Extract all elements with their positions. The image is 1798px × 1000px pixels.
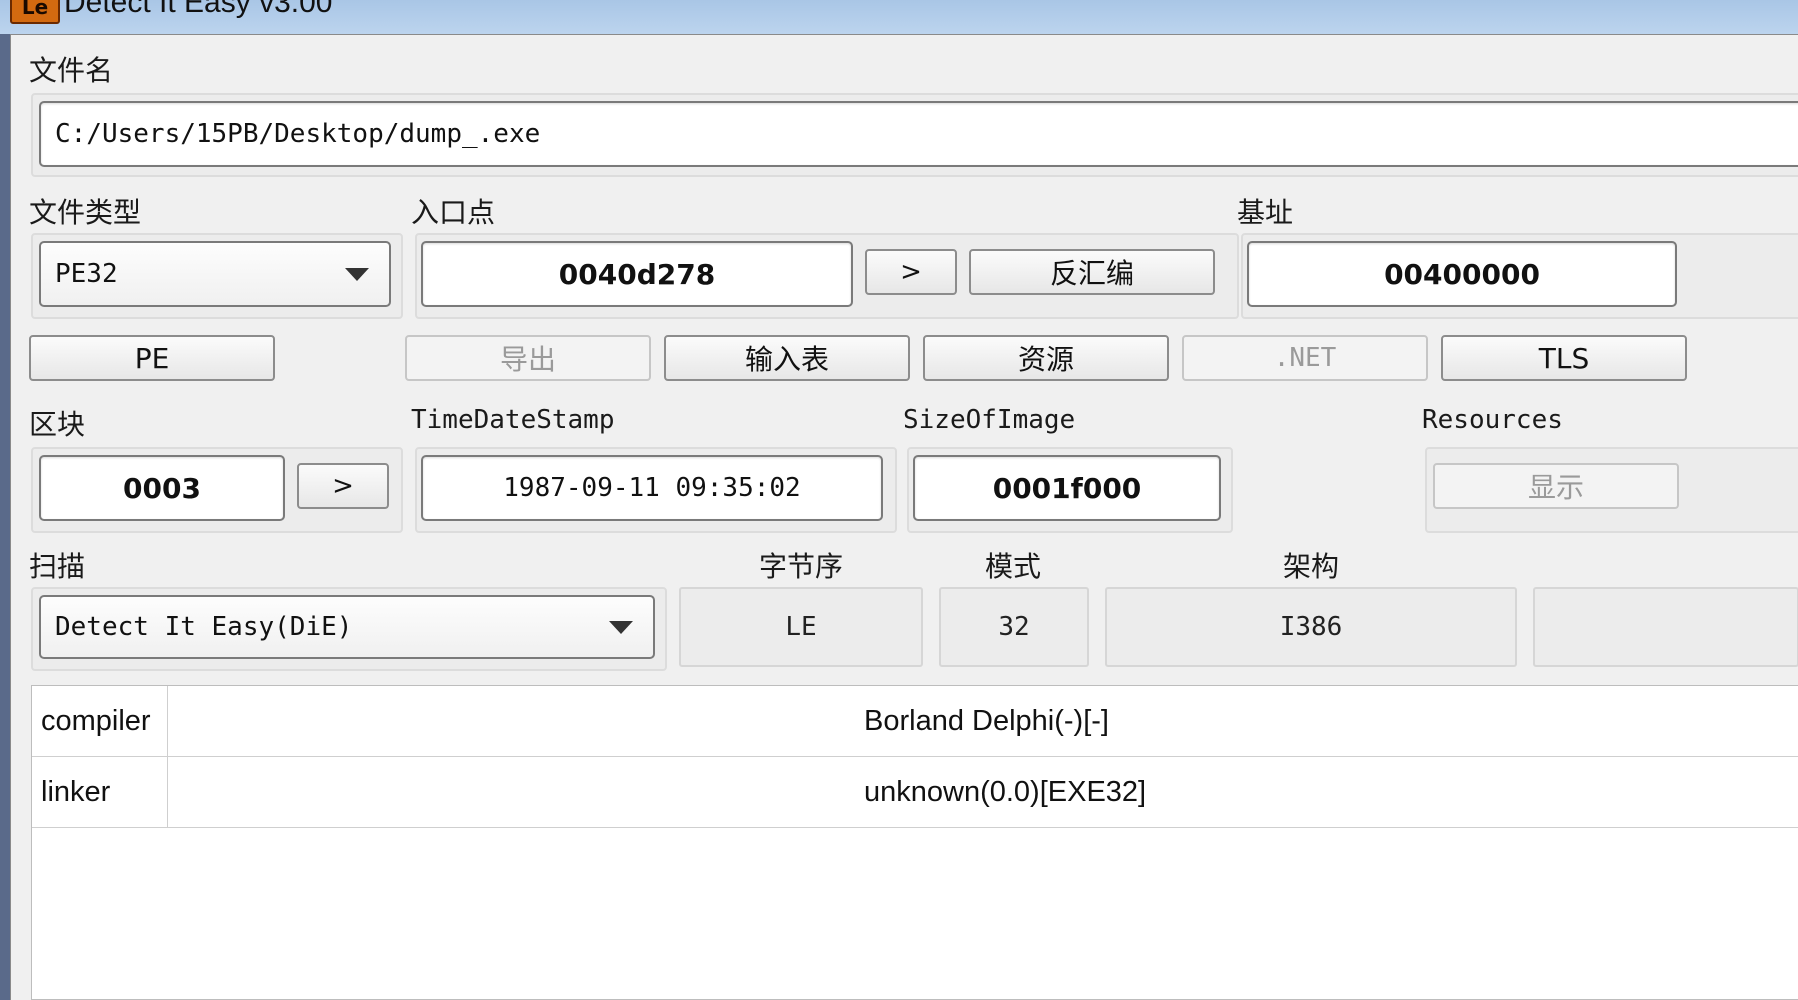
window-title: Detect It Easy v3.00 — [64, 0, 333, 19]
pe-button[interactable]: PE — [29, 335, 275, 381]
chevron-down-icon — [345, 268, 369, 281]
file-path-field[interactable]: C:/Users/15PB/Desktop/dump_.exe — [39, 101, 1798, 167]
endianness-label: 字节序 — [759, 550, 844, 583]
disassemble-button[interactable]: 反汇编 — [969, 249, 1215, 295]
result-name-cell: unknown(0.0)[EXE32] — [168, 757, 1798, 827]
result-name: Borland Delphi(-)[-] — [864, 704, 1109, 737]
result-name-cell: Borland Delphi(-)[-] — [168, 686, 1798, 756]
extra-info-box — [1533, 587, 1798, 667]
file-type-value: PE32 — [55, 259, 118, 289]
size-of-image-field[interactable]: 0001f000 — [913, 455, 1221, 521]
base-address-field[interactable]: 00400000 — [1247, 241, 1677, 307]
scan-engine-combo[interactable]: Detect It Easy(DiE) — [39, 595, 655, 659]
result-name: unknown(0.0)[EXE32] — [864, 775, 1147, 808]
architecture-value: I386 — [1105, 587, 1517, 667]
base-address-label: 基址 — [1237, 196, 1294, 229]
import-table-button[interactable]: 输入表 — [664, 335, 910, 381]
architecture-label: 架构 — [1283, 550, 1340, 583]
app-logo-icon: Le — [10, 0, 60, 24]
net-button[interactable]: .NET — [1182, 335, 1428, 381]
tls-button[interactable]: TLS — [1441, 335, 1687, 381]
file-type-label: 文件类型 — [29, 196, 142, 229]
title-bar: Le Detect It Easy v3.00 — [0, 0, 1798, 34]
sections-go-button[interactable]: > — [297, 463, 389, 509]
entry-point-field[interactable]: 0040d278 — [421, 241, 853, 307]
file-type-combo[interactable]: PE32 — [39, 241, 391, 307]
table-row[interactable]: compiler Borland Delphi(-)[-] — [32, 686, 1798, 757]
file-name-label: 文件名 — [29, 54, 114, 87]
size-of-image-label: SizeOfImage — [903, 405, 1076, 435]
scan-engine-value: Detect It Easy(DiE) — [55, 612, 353, 642]
table-row[interactable]: linker unknown(0.0)[EXE32] — [32, 757, 1798, 828]
export-button[interactable]: 导出 — [405, 335, 651, 381]
endianness-value: LE — [679, 587, 923, 667]
entry-point-label: 入口点 — [411, 196, 496, 229]
sections-count-field[interactable]: 0003 — [39, 455, 285, 521]
detection-results-table[interactable]: compiler Borland Delphi(-)[-] linker unk… — [31, 685, 1798, 1000]
mode-value: 32 — [939, 587, 1089, 667]
scan-label: 扫描 — [29, 550, 86, 583]
main-window: 文件名 C:/Users/15PB/Desktop/dump_.exe 文件类型… — [10, 34, 1798, 1000]
chevron-down-icon — [609, 621, 633, 634]
show-resources-button[interactable]: 显示 — [1433, 463, 1679, 509]
sections-label: 区块 — [29, 408, 86, 441]
entry-point-go-button[interactable]: > — [865, 249, 957, 295]
result-type: compiler — [32, 686, 168, 756]
timestamp-field[interactable]: 1987-09-11 09:35:02 — [421, 455, 883, 521]
mode-label: 模式 — [985, 550, 1042, 583]
timestamp-label: TimeDateStamp — [411, 405, 615, 435]
resources-label: Resources — [1422, 405, 1563, 435]
resources-button[interactable]: 资源 — [923, 335, 1169, 381]
result-type: linker — [32, 757, 168, 827]
